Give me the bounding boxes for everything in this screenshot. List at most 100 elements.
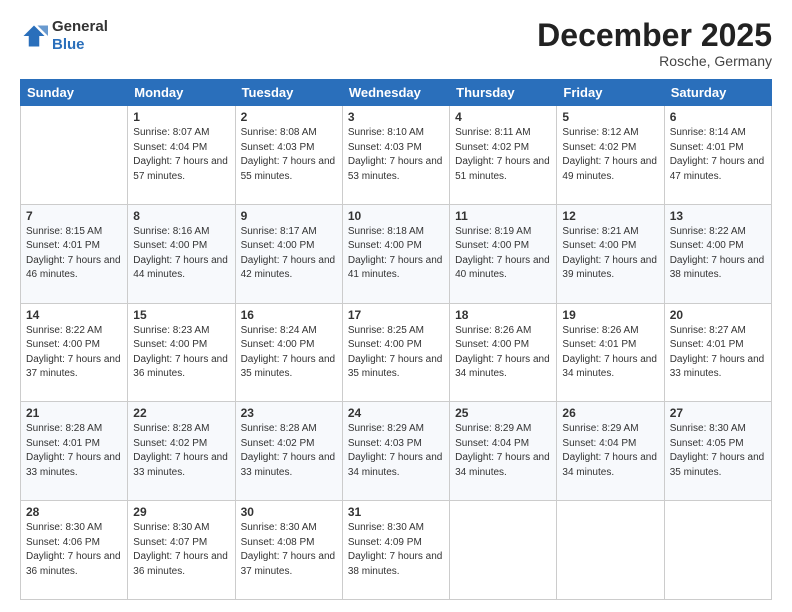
calendar-cell: 2 Sunrise: 8:08 AM Sunset: 4:03 PM Dayli… (235, 106, 342, 205)
sunrise-text: Sunrise: 8:08 AM (241, 127, 317, 138)
cell-info: Sunrise: 8:14 AM Sunset: 4:01 PM Dayligh… (670, 126, 766, 184)
daylight-text: Daylight: 7 hours and 37 minutes. (26, 354, 121, 380)
cell-info: Sunrise: 8:16 AM Sunset: 4:00 PM Dayligh… (133, 225, 229, 283)
calendar-week-row: 7 Sunrise: 8:15 AM Sunset: 4:01 PM Dayli… (21, 204, 772, 303)
calendar-cell: 21 Sunrise: 8:28 AM Sunset: 4:01 PM Dayl… (21, 402, 128, 501)
month-title: December 2025 (537, 18, 772, 53)
sunrise-text: Sunrise: 8:18 AM (348, 226, 424, 237)
day-number: 7 (26, 209, 122, 223)
daylight-text: Daylight: 7 hours and 53 minutes. (348, 156, 443, 182)
calendar-cell: 6 Sunrise: 8:14 AM Sunset: 4:01 PM Dayli… (664, 106, 771, 205)
calendar-cell: 25 Sunrise: 8:29 AM Sunset: 4:04 PM Dayl… (450, 402, 557, 501)
daylight-text: Daylight: 7 hours and 34 minutes. (348, 452, 443, 478)
calendar-cell: 12 Sunrise: 8:21 AM Sunset: 4:00 PM Dayl… (557, 204, 664, 303)
calendar-day-header: Sunday (21, 80, 128, 106)
sunrise-text: Sunrise: 8:30 AM (670, 423, 746, 434)
calendar-cell: 3 Sunrise: 8:10 AM Sunset: 4:03 PM Dayli… (342, 106, 449, 205)
cell-info: Sunrise: 8:30 AM Sunset: 4:08 PM Dayligh… (241, 521, 337, 579)
daylight-text: Daylight: 7 hours and 42 minutes. (241, 255, 336, 281)
sunset-text: Sunset: 4:00 PM (455, 339, 529, 350)
day-number: 17 (348, 308, 444, 322)
sunset-text: Sunset: 4:00 PM (241, 339, 315, 350)
sunset-text: Sunset: 4:08 PM (241, 537, 315, 548)
calendar-cell: 23 Sunrise: 8:28 AM Sunset: 4:02 PM Dayl… (235, 402, 342, 501)
day-number: 14 (26, 308, 122, 322)
day-number: 2 (241, 110, 337, 124)
sunrise-text: Sunrise: 8:15 AM (26, 226, 102, 237)
sunset-text: Sunset: 4:00 PM (133, 339, 207, 350)
sunset-text: Sunset: 4:02 PM (455, 142, 529, 153)
sunrise-text: Sunrise: 8:26 AM (562, 325, 638, 336)
cell-info: Sunrise: 8:22 AM Sunset: 4:00 PM Dayligh… (670, 225, 766, 283)
calendar-cell: 30 Sunrise: 8:30 AM Sunset: 4:08 PM Dayl… (235, 501, 342, 600)
sunset-text: Sunset: 4:02 PM (562, 142, 636, 153)
daylight-text: Daylight: 7 hours and 38 minutes. (670, 255, 765, 281)
calendar-cell: 15 Sunrise: 8:23 AM Sunset: 4:00 PM Dayl… (128, 303, 235, 402)
sunrise-text: Sunrise: 8:11 AM (455, 127, 530, 138)
cell-info: Sunrise: 8:30 AM Sunset: 4:09 PM Dayligh… (348, 521, 444, 579)
sunrise-text: Sunrise: 8:30 AM (26, 522, 102, 533)
day-number: 22 (133, 406, 229, 420)
calendar-cell (21, 106, 128, 205)
sunset-text: Sunset: 4:04 PM (562, 438, 636, 449)
sunset-text: Sunset: 4:00 PM (562, 240, 636, 251)
daylight-text: Daylight: 7 hours and 37 minutes. (241, 551, 336, 577)
day-number: 6 (670, 110, 766, 124)
daylight-text: Daylight: 7 hours and 35 minutes. (348, 354, 443, 380)
sunset-text: Sunset: 4:02 PM (133, 438, 207, 449)
sunrise-text: Sunrise: 8:30 AM (133, 522, 209, 533)
cell-info: Sunrise: 8:26 AM Sunset: 4:00 PM Dayligh… (455, 324, 551, 382)
cell-info: Sunrise: 8:12 AM Sunset: 4:02 PM Dayligh… (562, 126, 658, 184)
cell-info: Sunrise: 8:24 AM Sunset: 4:00 PM Dayligh… (241, 324, 337, 382)
sunrise-text: Sunrise: 8:23 AM (133, 325, 209, 336)
day-number: 4 (455, 110, 551, 124)
cell-info: Sunrise: 8:21 AM Sunset: 4:00 PM Dayligh… (562, 225, 658, 283)
sunrise-text: Sunrise: 8:16 AM (133, 226, 209, 237)
calendar-cell: 13 Sunrise: 8:22 AM Sunset: 4:00 PM Dayl… (664, 204, 771, 303)
cell-info: Sunrise: 8:25 AM Sunset: 4:00 PM Dayligh… (348, 324, 444, 382)
calendar-cell: 10 Sunrise: 8:18 AM Sunset: 4:00 PM Dayl… (342, 204, 449, 303)
title-block: December 2025 Rosche, Germany (537, 18, 772, 69)
cell-info: Sunrise: 8:29 AM Sunset: 4:04 PM Dayligh… (562, 422, 658, 480)
day-number: 18 (455, 308, 551, 322)
cell-info: Sunrise: 8:07 AM Sunset: 4:04 PM Dayligh… (133, 126, 229, 184)
sunset-text: Sunset: 4:06 PM (26, 537, 100, 548)
day-number: 31 (348, 505, 444, 519)
calendar-cell: 17 Sunrise: 8:25 AM Sunset: 4:00 PM Dayl… (342, 303, 449, 402)
sunset-text: Sunset: 4:01 PM (670, 142, 744, 153)
sunset-text: Sunset: 4:00 PM (348, 339, 422, 350)
daylight-text: Daylight: 7 hours and 36 minutes. (133, 551, 228, 577)
calendar-cell: 28 Sunrise: 8:30 AM Sunset: 4:06 PM Dayl… (21, 501, 128, 600)
sunrise-text: Sunrise: 8:27 AM (670, 325, 746, 336)
cell-info: Sunrise: 8:27 AM Sunset: 4:01 PM Dayligh… (670, 324, 766, 382)
sunset-text: Sunset: 4:01 PM (562, 339, 636, 350)
logo: General Blue (20, 18, 108, 54)
day-number: 8 (133, 209, 229, 223)
calendar-cell (450, 501, 557, 600)
sunset-text: Sunset: 4:03 PM (348, 142, 422, 153)
sunrise-text: Sunrise: 8:14 AM (670, 127, 746, 138)
cell-info: Sunrise: 8:29 AM Sunset: 4:04 PM Dayligh… (455, 422, 551, 480)
calendar-cell: 18 Sunrise: 8:26 AM Sunset: 4:00 PM Dayl… (450, 303, 557, 402)
cell-info: Sunrise: 8:28 AM Sunset: 4:01 PM Dayligh… (26, 422, 122, 480)
cell-info: Sunrise: 8:11 AM Sunset: 4:02 PM Dayligh… (455, 126, 551, 184)
daylight-text: Daylight: 7 hours and 33 minutes. (133, 452, 228, 478)
daylight-text: Daylight: 7 hours and 33 minutes. (241, 452, 336, 478)
sunrise-text: Sunrise: 8:19 AM (455, 226, 531, 237)
calendar-day-header: Saturday (664, 80, 771, 106)
daylight-text: Daylight: 7 hours and 40 minutes. (455, 255, 550, 281)
sunrise-text: Sunrise: 8:29 AM (562, 423, 638, 434)
calendar-week-row: 28 Sunrise: 8:30 AM Sunset: 4:06 PM Dayl… (21, 501, 772, 600)
daylight-text: Daylight: 7 hours and 49 minutes. (562, 156, 657, 182)
sunset-text: Sunset: 4:03 PM (241, 142, 315, 153)
cell-info: Sunrise: 8:28 AM Sunset: 4:02 PM Dayligh… (133, 422, 229, 480)
day-number: 1 (133, 110, 229, 124)
daylight-text: Daylight: 7 hours and 46 minutes. (26, 255, 121, 281)
day-number: 19 (562, 308, 658, 322)
calendar-cell: 16 Sunrise: 8:24 AM Sunset: 4:00 PM Dayl… (235, 303, 342, 402)
daylight-text: Daylight: 7 hours and 51 minutes. (455, 156, 550, 182)
calendar-cell: 24 Sunrise: 8:29 AM Sunset: 4:03 PM Dayl… (342, 402, 449, 501)
calendar-day-header: Tuesday (235, 80, 342, 106)
sunset-text: Sunset: 4:00 PM (348, 240, 422, 251)
sunrise-text: Sunrise: 8:10 AM (348, 127, 424, 138)
